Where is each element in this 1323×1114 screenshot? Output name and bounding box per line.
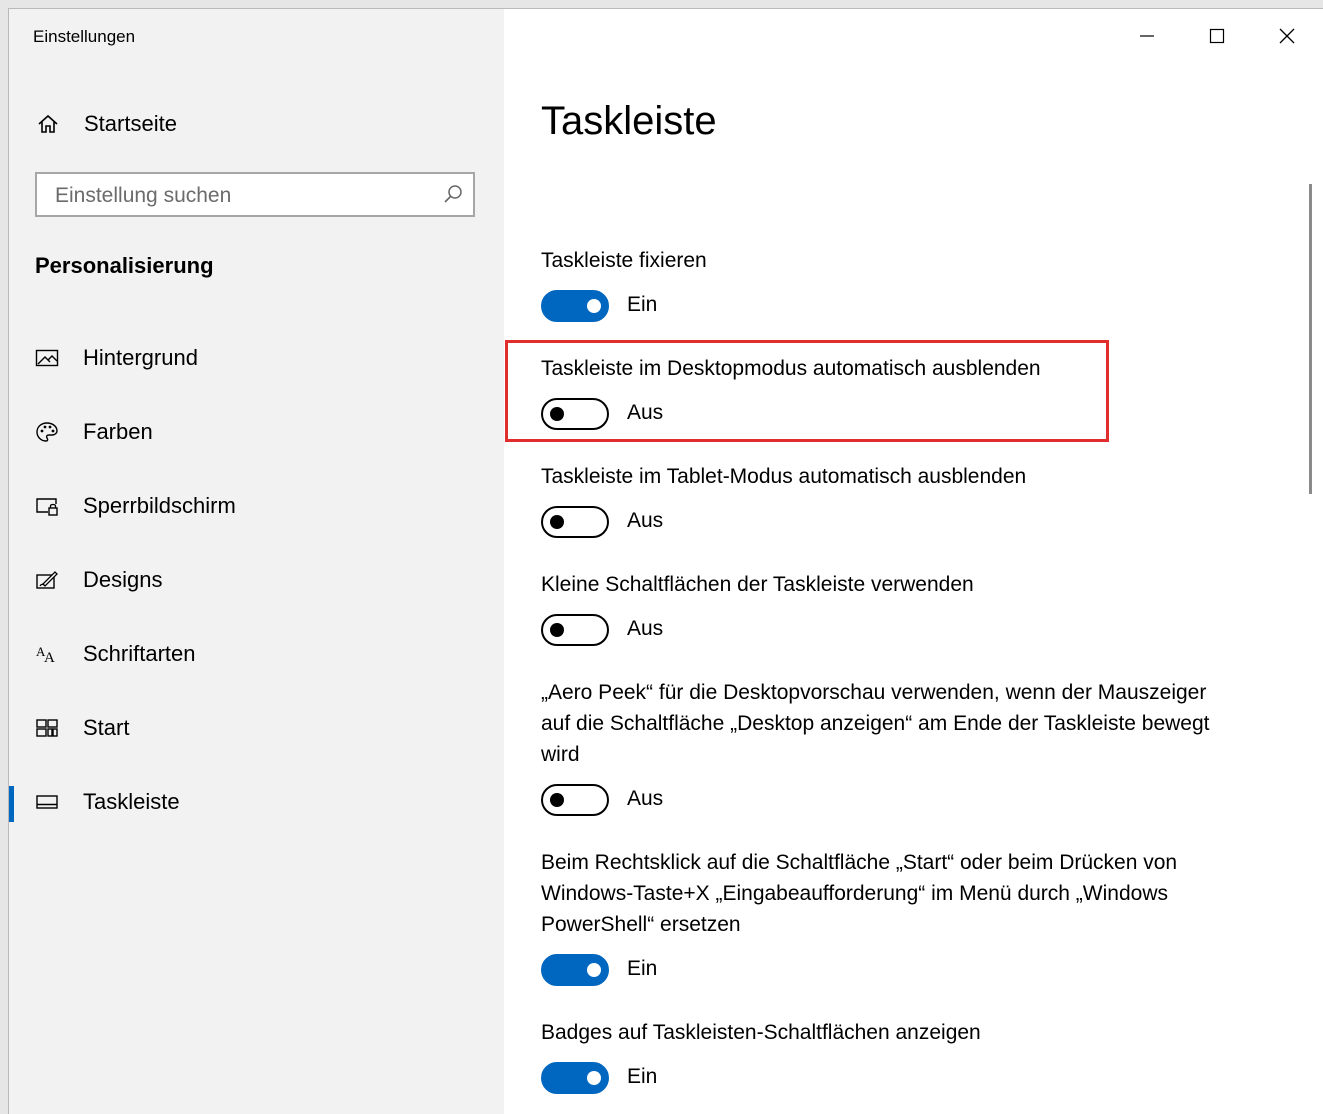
toggle-knob — [550, 515, 564, 529]
toggle-knob — [550, 793, 564, 807]
toggle-row: Ein — [541, 1062, 1221, 1102]
setting-tablet-auto-hide: Taskleiste im Tablet-Modus automatisch a… — [541, 461, 1221, 546]
toggle-state: Aus — [627, 509, 664, 532]
active-indicator — [9, 786, 14, 822]
close-icon — [1279, 28, 1295, 44]
sidebar-item-taskleiste[interactable]: Taskleiste — [9, 774, 504, 830]
sidebar-item-sperrbildschirm[interactable]: Sperrbildschirm — [9, 478, 504, 534]
sidebar-item-label: Taskleiste — [83, 789, 180, 814]
toggle-state: Aus — [627, 787, 664, 810]
sidebar: Einstellungen Startseite Personalisierun… — [9, 9, 504, 1114]
home-link[interactable]: Startseite — [9, 105, 504, 141]
section-title: Personalisierung — [35, 253, 214, 278]
search-input[interactable] — [53, 182, 427, 210]
setting-title: „Aero Peek“ für die Desktopvorschau verw… — [541, 681, 1210, 766]
sidebar-item-label: Start — [83, 715, 130, 740]
app-title: Einstellungen — [33, 27, 136, 46]
svg-text:A: A — [44, 650, 55, 665]
sidebar-item-schriftarten[interactable]: AA Schriftarten — [9, 626, 504, 682]
toggle-row: Ein — [541, 954, 1221, 994]
sidebar-item-label: Sperrbildschirm — [83, 493, 236, 518]
maximize-icon — [1209, 28, 1225, 44]
taskbar-icon — [35, 791, 59, 813]
maximize-button[interactable] — [1194, 21, 1238, 51]
sidebar-item-start[interactable]: Start — [9, 700, 504, 756]
brush-icon — [35, 569, 59, 591]
setting-badges: Badges auf Taskleisten-Schaltflächen anz… — [541, 1017, 1221, 1102]
toggle-state: Ein — [627, 293, 658, 316]
toggle-state: Ein — [627, 957, 658, 980]
home-label: Startseite — [84, 111, 177, 136]
toggle-switch[interactable] — [541, 954, 609, 986]
sidebar-item-label: Farben — [83, 419, 153, 444]
sidebar-item-hintergrund[interactable]: Hintergrund — [9, 330, 504, 386]
search-box[interactable] — [35, 172, 475, 217]
setting-aero-peek: „Aero Peek“ für die Desktopvorschau verw… — [541, 677, 1221, 824]
highlight-box — [505, 340, 1109, 442]
toggle-switch[interactable] — [541, 290, 609, 322]
font-icon: AA — [35, 643, 59, 666]
sidebar-item-label: Schriftarten — [83, 641, 196, 666]
setting-title: Badges auf Taskleisten-Schaltflächen anz… — [541, 1021, 981, 1044]
setting-title: Beim Rechtsklick auf die Schaltfläche „S… — [541, 851, 1178, 936]
toggle-row: Aus — [541, 506, 1221, 546]
setting-title: Taskleiste im Tablet-Modus automatisch a… — [541, 465, 1027, 488]
minimize-button[interactable] — [1124, 21, 1168, 51]
sidebar-item-label: Hintergrund — [83, 345, 198, 370]
toggle-state: Aus — [627, 617, 664, 640]
home-icon — [37, 114, 59, 134]
toggle-knob — [587, 299, 601, 313]
toggle-knob — [587, 963, 601, 977]
toggle-switch[interactable] — [541, 506, 609, 538]
setting-title: Kleine Schaltflächen der Taskleiste verw… — [541, 573, 974, 596]
page-title: Taskleiste — [541, 99, 717, 143]
toggle-switch[interactable] — [541, 1062, 609, 1094]
scrollbar[interactable] — [1309, 184, 1312, 494]
setting-powershell: Beim Rechtsklick auf die Schaltfläche „S… — [541, 847, 1221, 994]
search-icon[interactable] — [443, 184, 463, 204]
start-tiles-icon — [35, 717, 59, 739]
toggle-knob — [550, 623, 564, 637]
setting-taskleiste-fixieren: Taskleiste fixieren Ein — [541, 245, 1221, 330]
picture-icon — [35, 347, 59, 369]
setting-small-buttons: Kleine Schaltflächen der Taskleiste verw… — [541, 569, 1221, 654]
setting-title: Taskleiste fixieren — [541, 249, 707, 272]
minimize-icon — [1140, 35, 1154, 37]
sidebar-item-designs[interactable]: Designs — [9, 552, 504, 608]
close-button[interactable] — [1264, 21, 1308, 51]
settings-window: Einstellungen Startseite Personalisierun… — [8, 8, 1323, 1114]
toggle-switch[interactable] — [541, 614, 609, 646]
toggle-knob — [587, 1071, 601, 1085]
sidebar-item-label: Designs — [83, 567, 163, 592]
sidebar-item-farben[interactable]: Farben — [9, 404, 504, 460]
toggle-row: Ein — [541, 290, 1221, 330]
lock-screen-icon — [35, 495, 59, 517]
main-content: Taskleiste Taskleiste fixieren Ein Taskl… — [504, 9, 1323, 1114]
toggle-row: Aus — [541, 784, 1221, 824]
toggle-switch[interactable] — [541, 784, 609, 816]
toggle-row: Aus — [541, 614, 1221, 654]
palette-icon — [35, 421, 59, 443]
toggle-state: Ein — [627, 1065, 658, 1088]
